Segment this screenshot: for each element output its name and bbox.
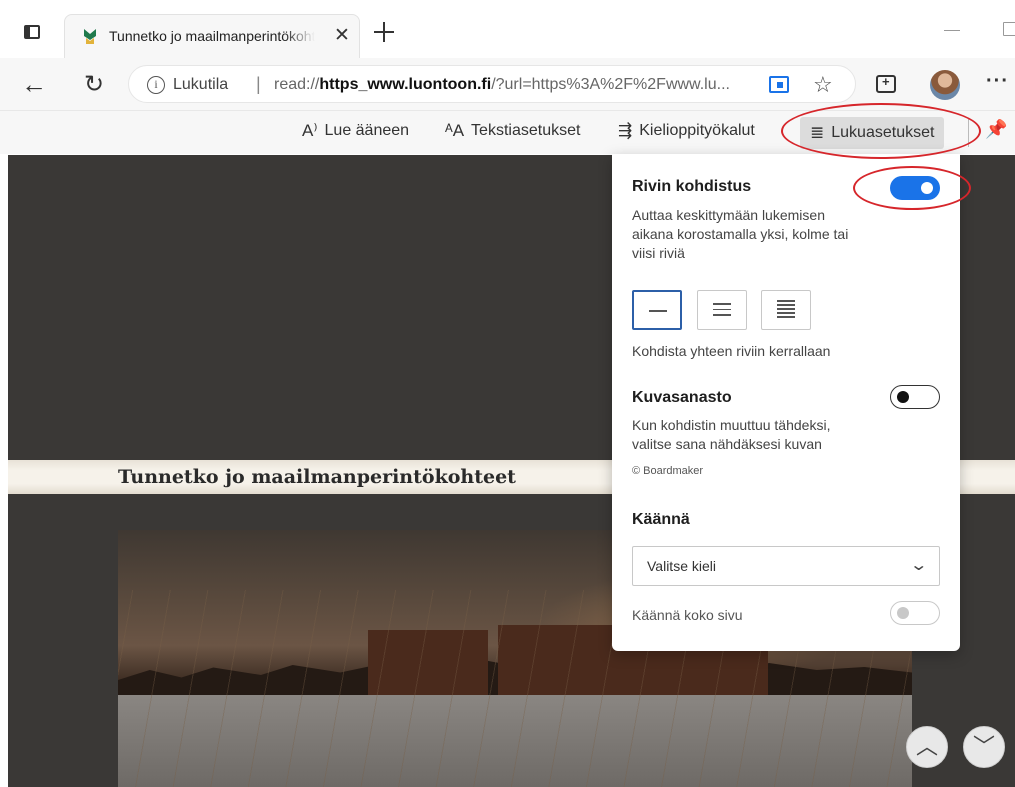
pin-icon[interactable]: 📌: [985, 119, 1007, 140]
scroll-down-icon[interactable]: ﹀: [963, 726, 1005, 768]
collections-icon[interactable]: [876, 74, 896, 93]
add-favorite-icon[interactable]: ☆: [813, 72, 833, 98]
three-lines-option[interactable]: [697, 290, 747, 330]
translate-heading: Käännä: [632, 511, 690, 528]
picture-dictionary-heading: Kuvasanasto: [632, 389, 732, 406]
tab-actions-icon[interactable]: [22, 22, 44, 44]
scroll-up-icon[interactable]: ︿: [906, 726, 948, 768]
tab-strip: Tunnetko jo maailmanperintökohteet ✕: [0, 0, 1015, 58]
url-domain: https_www.luontoon.fi: [319, 76, 492, 93]
five-lines-option[interactable]: [761, 290, 811, 330]
read-aloud-button[interactable]: A⁾ Lue ääneen: [302, 121, 409, 141]
tab-title: Tunnetko jo maailmanperintökohteet: [109, 28, 315, 44]
language-select[interactable]: Valitse kieli ⌄: [632, 546, 940, 586]
line-focus-caption: Kohdista yhteen riviin kerrallaan: [632, 343, 831, 359]
profile-avatar[interactable]: [930, 70, 960, 100]
reading-preferences-icon: ≣: [810, 123, 825, 142]
info-icon[interactable]: i: [147, 76, 165, 94]
navigation-toolbar: ← ↻ i Lukutila | read://https_www.luonto…: [0, 58, 1015, 110]
one-line-option[interactable]: [632, 290, 682, 330]
more-options-icon[interactable]: ···: [986, 70, 1009, 93]
read-aloud-label: Lue ääneen: [324, 122, 410, 139]
line-focus-toggle[interactable]: [890, 176, 940, 200]
luontoon-favicon-icon: [84, 29, 96, 44]
language-select-value: Valitse kieli: [647, 558, 716, 574]
address-url[interactable]: read://https_www.luontoon.fi/?url=https%…: [274, 76, 730, 94]
address-separator: |: [256, 74, 261, 94]
address-bar[interactable]: i Lukutila | read://https_www.luontoon.f…: [128, 65, 856, 103]
translate-full-page-toggle[interactable]: [890, 601, 940, 625]
reading-preferences-button[interactable]: ≣ Lukuasetukset: [800, 117, 945, 149]
grammar-tools-button[interactable]: ⇶ Kielioppityökalut: [618, 121, 755, 141]
browser-window: Tunnetko jo maailmanperintökohteet ✕ ← ↻…: [0, 0, 1015, 787]
new-tab-icon[interactable]: [372, 20, 396, 44]
active-tab[interactable]: Tunnetko jo maailmanperintökohteet ✕: [64, 14, 360, 58]
line-focus-heading: Rivin kohdistus: [632, 178, 752, 195]
text-preferences-icon: ᴬA: [445, 121, 465, 140]
picture-dictionary-description: Kun kohdistin muuttuu tähdeksi, valitse …: [632, 417, 831, 452]
minimize-icon[interactable]: [944, 30, 960, 31]
close-tab-icon[interactable]: ✕: [331, 25, 353, 47]
reader-mode-label: Lukutila: [173, 76, 229, 93]
maximize-icon[interactable]: [1003, 22, 1015, 36]
chevron-down-icon: ⌄: [908, 557, 928, 574]
reading-preferences-panel: Rivin kohdistus Auttaa keskittymään luke…: [612, 154, 960, 651]
url-rest: /?url=https%3A%2F%2Fwww.lu...: [491, 76, 730, 93]
line-focus-description: Auttaa keskittymään lukemisen aikana kor…: [632, 207, 849, 261]
picture-dictionary-toggle[interactable]: [890, 385, 940, 409]
text-preferences-button[interactable]: ᴬA Tekstiasetukset: [445, 121, 580, 141]
article-title: Tunnetko jo maailmanperintökohteet: [118, 466, 516, 488]
text-preferences-label: Tekstiasetukset: [471, 122, 581, 139]
reading-preferences-label: Lukuasetukset: [831, 124, 935, 141]
refresh-icon[interactable]: ↻: [78, 68, 110, 100]
translate-full-page-label: Käännä koko sivu: [632, 607, 743, 623]
boardmaker-credit: © Boardmaker: [632, 465, 704, 477]
read-aloud-icon: A⁾: [302, 121, 318, 140]
toolbar-divider: [968, 119, 969, 147]
back-icon[interactable]: ←: [18, 68, 50, 100]
grammar-tools-icon: ⇶: [618, 121, 633, 140]
immersive-reader-icon[interactable]: [769, 76, 789, 93]
reader-toolbar: A⁾ Lue ääneen ᴬA Tekstiasetukset ⇶ Kieli…: [0, 110, 1015, 154]
grammar-tools-label: Kielioppityökalut: [639, 122, 755, 139]
url-prefix: read://: [274, 76, 320, 93]
